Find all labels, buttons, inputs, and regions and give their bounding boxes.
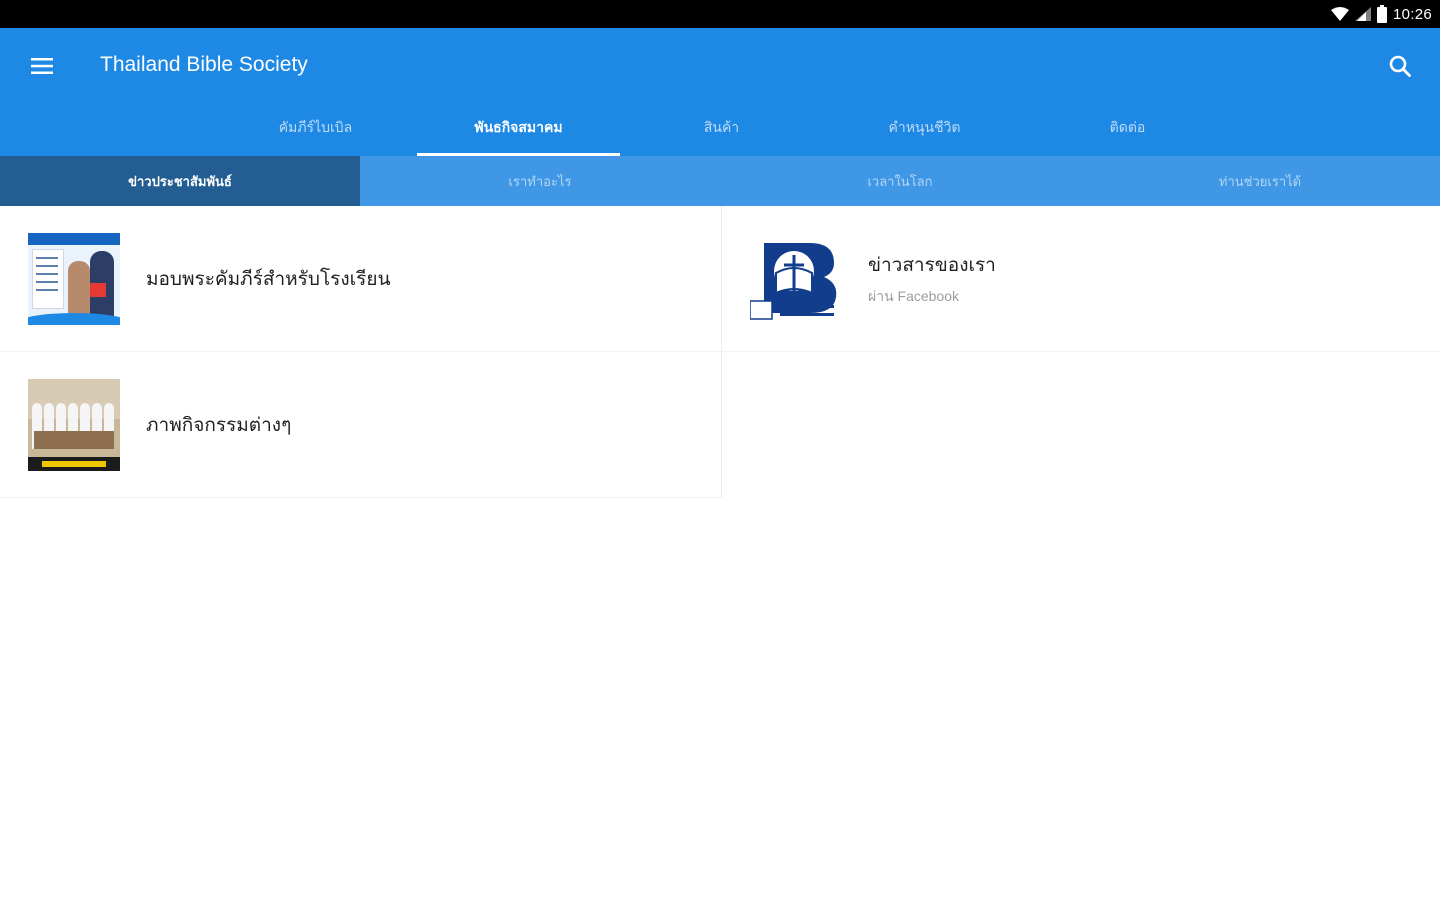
tab-devotions[interactable]: คำหนุนชีวิต xyxy=(823,100,1026,156)
battery-icon xyxy=(1376,5,1387,23)
menu-button[interactable] xyxy=(22,46,62,86)
app-title: Thailand Bible Society xyxy=(100,53,308,76)
bible-society-logo xyxy=(750,232,842,325)
main-tabs: คัมภีร์ไบเบิล พันธกิจสมาคม สินค้า คำหนุน… xyxy=(214,100,1229,156)
status-icons: 10:26 xyxy=(1330,4,1432,24)
list-item[interactable]: ภาพกิจกรรมต่างๆ xyxy=(0,352,721,498)
content-grid: มอบพระคัมภีร์สำหรับโรงเรียน ข่าวสารของเร… xyxy=(0,206,1440,900)
card-subtitle: ผ่าน Facebook xyxy=(868,287,960,304)
card-title: ภาพกิจกรรมต่างๆ xyxy=(146,414,292,436)
status-bar: 10:26 xyxy=(0,0,1440,28)
wifi-icon xyxy=(1330,7,1349,21)
tab-ministry[interactable]: พันธกิจสมาคม xyxy=(417,100,620,156)
list-item[interactable]: มอบพระคัมภีร์สำหรับโรงเรียน xyxy=(0,206,721,352)
card-thumbnail xyxy=(28,378,120,471)
signal-icon xyxy=(1354,7,1371,21)
card-thumbnail xyxy=(28,232,120,325)
list-item[interactable]: ข่าวสารของเรา ผ่าน Facebook xyxy=(722,206,1440,352)
subtab-news[interactable]: ข่าวประชาสัมพันธ์ xyxy=(0,156,360,206)
app-bar: Thailand Bible Society คัมภีร์ไบเบิล พัน… xyxy=(0,28,1440,156)
card-title: มอบพระคัมภีร์สำหรับโรงเรียน xyxy=(146,268,391,290)
subtab-world-time[interactable]: เวลาในโลก xyxy=(720,156,1080,206)
sub-tabs: ข่าวประชาสัมพันธ์ เราทำอะไร เวลาในโลก ท่… xyxy=(0,156,1440,206)
menu-icon xyxy=(31,58,53,74)
search-icon xyxy=(1389,55,1411,77)
tab-bible[interactable]: คัมภีร์ไบเบิล xyxy=(214,100,417,156)
search-button[interactable] xyxy=(1380,46,1420,86)
tab-contact[interactable]: ติดต่อ xyxy=(1026,100,1229,156)
status-time: 10:26 xyxy=(1392,5,1432,23)
card-title: ข่าวสารของเรา xyxy=(868,254,996,276)
subtab-help-us[interactable]: ท่านช่วยเราได้ xyxy=(1080,156,1440,206)
subtab-what-we-do[interactable]: เราทำอะไร xyxy=(360,156,720,206)
tab-products[interactable]: สินค้า xyxy=(620,100,823,156)
